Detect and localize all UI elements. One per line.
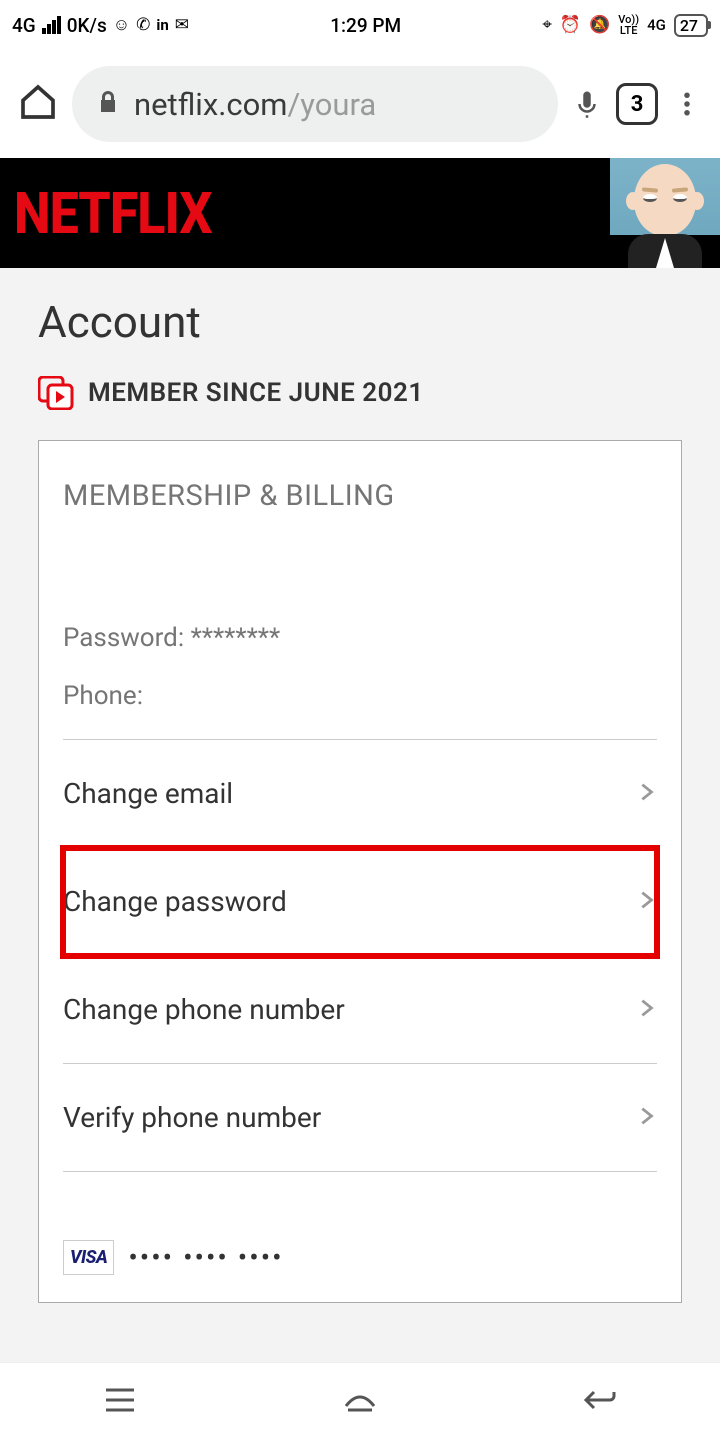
action-label: Change phone number	[63, 993, 345, 1026]
phone-row: Phone:	[63, 681, 657, 711]
profile-avatar[interactable]	[610, 158, 720, 268]
password-row: Password: ********	[63, 623, 657, 653]
chevron-right-icon	[635, 991, 657, 1029]
status-left: 4G 0K/s ☺ ✆ in ✉	[12, 14, 189, 37]
signal-icon	[42, 16, 61, 34]
account-page: Account MEMBER SINCE JUNE 2021 MEMBERSHI…	[0, 268, 720, 1303]
action-label: Change email	[63, 777, 233, 810]
change-email-row[interactable]: Change email	[63, 740, 657, 848]
chevron-right-icon	[635, 775, 657, 813]
battery-icon: 27	[674, 14, 708, 37]
data-speed: 0K/s	[67, 14, 107, 37]
site-header: NETFLIX	[0, 158, 720, 268]
visa-badge: VISA	[63, 1240, 114, 1275]
bluetooth-icon: ⌖	[542, 15, 552, 35]
member-since-row: MEMBER SINCE JUNE 2021	[38, 376, 682, 410]
mail-icon: ✉	[175, 15, 189, 35]
back-button[interactable]	[580, 1384, 620, 1420]
email-row-redacted	[63, 563, 657, 623]
url-text: netflix.com/youra	[134, 86, 376, 123]
address-bar[interactable]: netflix.com/youra	[72, 66, 558, 142]
volte-icon: Vo))LTE	[618, 14, 639, 36]
whatsapp-icon: ☺	[113, 15, 130, 35]
payment-method-row: VISA •••• •••• ••••	[63, 1212, 657, 1302]
chevron-right-icon	[635, 883, 657, 921]
tabs-button[interactable]: 3	[616, 83, 658, 125]
browser-toolbar: netflix.com/youra 3	[0, 50, 720, 158]
network-type: 4G	[12, 14, 36, 37]
linkedin-icon: in	[156, 16, 168, 34]
action-label: Change password	[63, 885, 287, 918]
overflow-menu-button[interactable]	[672, 84, 702, 124]
recents-button[interactable]	[100, 1384, 140, 1420]
status-bar: 4G 0K/s ☺ ✆ in ✉ 1:29 PM ⌖ ⏰ 🔕 Vo))LTE 4…	[0, 0, 720, 50]
system-nav-bar	[0, 1362, 720, 1440]
voice-search-button[interactable]	[572, 84, 602, 124]
section-title: MEMBERSHIP & BILLING	[63, 479, 657, 513]
verify-phone-row[interactable]: Verify phone number	[63, 1064, 657, 1172]
member-icon	[38, 376, 74, 410]
change-password-row[interactable]: Change password	[63, 848, 657, 956]
netflix-logo[interactable]: NETFLIX	[14, 179, 211, 246]
card-mask: •••• •••• ••••	[128, 1241, 283, 1274]
home-nav-button[interactable]	[340, 1384, 380, 1420]
page-title: Account	[38, 296, 682, 348]
status-right: ⌖ ⏰ 🔕 Vo))LTE 4G 27	[542, 14, 708, 37]
lock-icon	[96, 88, 120, 120]
alarm-icon: ⏰	[560, 15, 581, 35]
member-since-text: MEMBER SINCE JUNE 2021	[88, 378, 424, 408]
phone-icon: ✆	[136, 15, 150, 35]
change-phone-row[interactable]: Change phone number	[63, 956, 657, 1064]
action-label: Verify phone number	[63, 1101, 321, 1134]
chevron-right-icon	[635, 1099, 657, 1137]
status-clock: 1:29 PM	[330, 14, 401, 37]
home-button[interactable]	[18, 82, 58, 126]
membership-billing-card: MEMBERSHIP & BILLING Password: ******** …	[38, 440, 682, 1303]
network-right: 4G	[647, 16, 666, 34]
dnd-icon: 🔕	[589, 15, 610, 35]
